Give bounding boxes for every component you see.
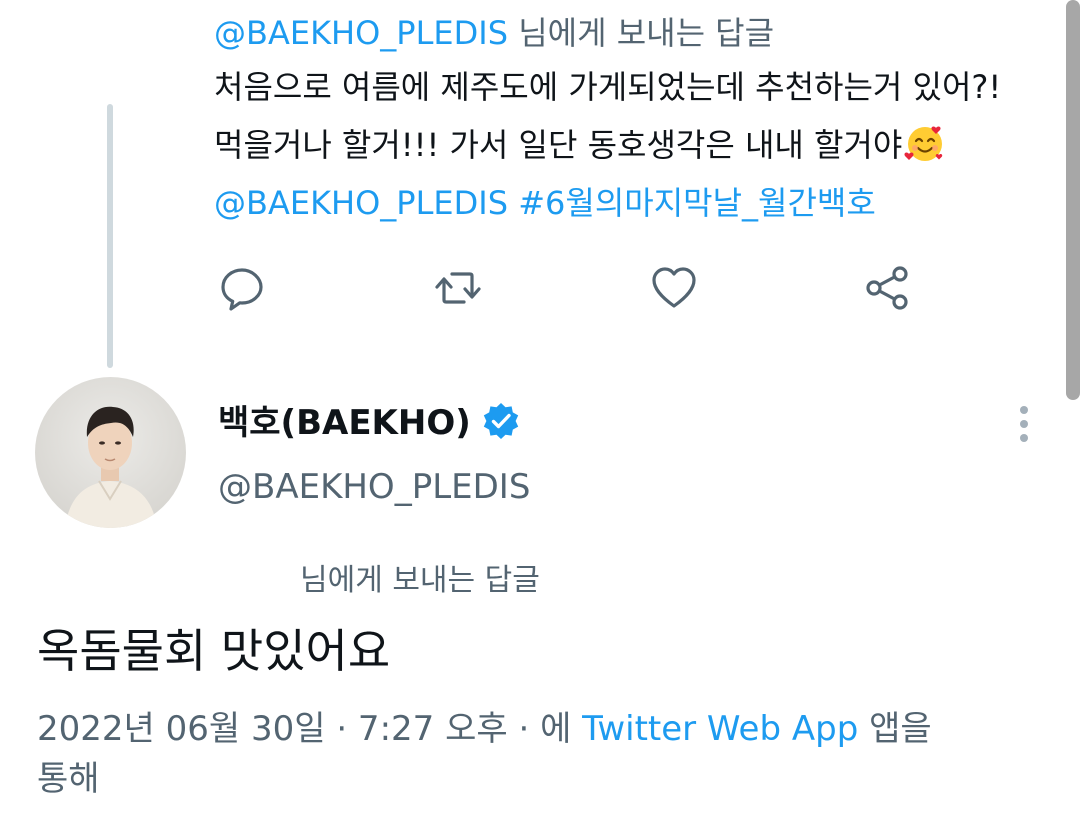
parent-tweet-text-line-1: 처음으로 여름에 제주도에 가게되었는데 추천하는거 있어?! <box>214 68 1002 106</box>
main-tweet-text: 옥돔물회 맛있어요 <box>37 624 391 678</box>
verified-badge-icon <box>483 403 519 439</box>
scrollbar-thumb[interactable] <box>1066 0 1080 400</box>
avatar[interactable] <box>35 377 186 528</box>
author-display-name[interactable]: 백호(BAEKHO) <box>218 398 521 448</box>
author-handle[interactable]: @BAEKHO_PLEDIS <box>218 462 530 512</box>
share-icon[interactable] <box>864 264 912 312</box>
retweet-icon[interactable] <box>434 264 482 312</box>
profile-photo-icon <box>35 377 186 528</box>
source-suffix-line2: 통해 <box>37 759 100 799</box>
main-reply-to-label: 님에게 보내는 답글 <box>300 563 540 598</box>
thread-connector-line <box>107 104 113 368</box>
author-name-text: 백호(BAEKHO) <box>218 403 471 443</box>
tweet-timestamp[interactable]: 2022년 06월 30일 · 7:27 오후 · 에 <box>37 709 571 749</box>
more-options-icon[interactable] <box>1008 400 1040 448</box>
reply-to-label: 님에게 보내는 답글 <box>518 14 775 52</box>
parent-reply-to: @BAEKHO_PLEDIS 님에게 보내는 답글 <box>214 8 1054 58</box>
parent-tweet[interactable]: @BAEKHO_PLEDIS 님에게 보내는 답글 처음으로 여름에 제주도에 … <box>214 8 1054 232</box>
tweet-metadata: 2022년 06월 30일 · 7:27 오후 · 에 Twitter Web … <box>37 704 1047 804</box>
reply-icon[interactable] <box>218 264 266 312</box>
parent-tweet-tags: @BAEKHO_PLEDIS #6월의마지막날_월간백호 <box>214 174 1054 232</box>
like-icon[interactable] <box>650 264 698 312</box>
parent-tweet-text-line-2: 먹을거나 할거!!! 가서 일단 동호생각은 내내 할거야 <box>214 116 1054 174</box>
smiling-face-with-hearts-icon <box>904 126 943 161</box>
source-suffix: 앱을 <box>869 709 932 749</box>
hashtag-link[interactable]: #6월의마지막날_월간백호 <box>518 184 876 222</box>
reply-to-handle-link[interactable]: @BAEKHO_PLEDIS <box>214 14 508 52</box>
parent-tweet-text-line-2-content: 먹을거나 할거!!! 가서 일단 동호생각은 내내 할거야 <box>214 126 903 164</box>
parent-tweet-actions <box>0 264 1080 312</box>
mention-link[interactable]: @BAEKHO_PLEDIS <box>214 184 508 222</box>
source-app-link[interactable]: Twitter Web App <box>582 709 858 749</box>
